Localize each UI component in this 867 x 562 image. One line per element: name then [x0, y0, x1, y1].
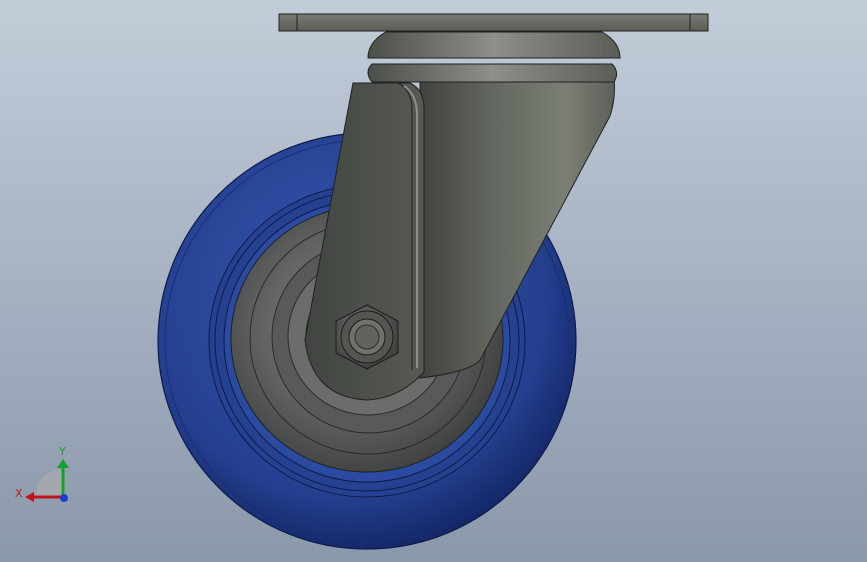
triad-y-label: Y [58, 445, 66, 458]
graphics-viewport[interactable]: Y X [0, 0, 867, 562]
caster-wheel-model[interactable]: Y X [0, 0, 867, 562]
swivel-assembly[interactable] [367, 31, 621, 83]
swivel-race-upper[interactable] [367, 31, 621, 59]
triad-z-axis [60, 494, 68, 502]
top-plate-body[interactable] [278, 13, 709, 32]
axle-bolt-center [354, 324, 380, 350]
triad-x-label: X [15, 487, 23, 500]
top-plate[interactable] [278, 13, 709, 32]
swivel-race-lower[interactable] [367, 63, 618, 83]
